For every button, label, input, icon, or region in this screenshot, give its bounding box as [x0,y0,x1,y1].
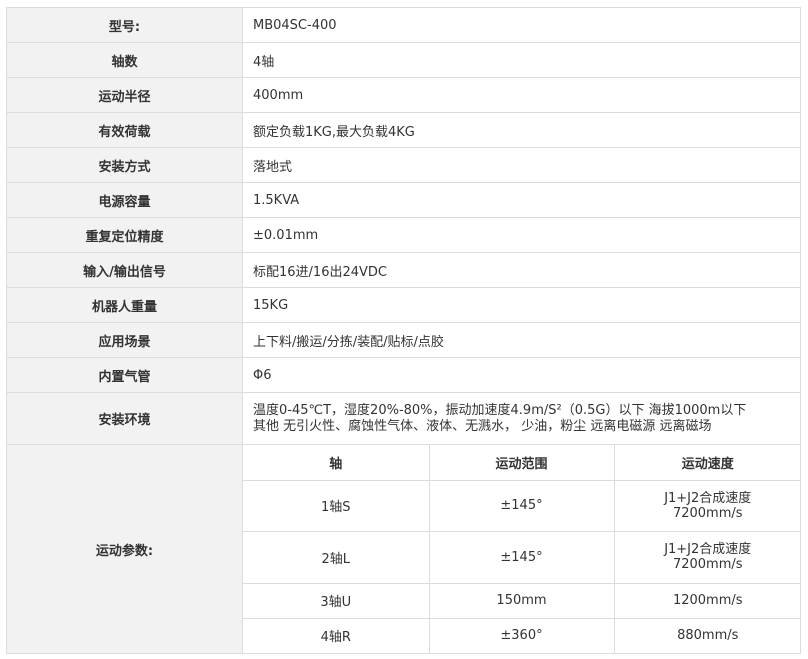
table-row-payload: 有效荷载 额定负载1KG,最大负载4KG [6,112,801,148]
label-io: 输入/输出信号 [6,252,243,288]
value-power: 1.5KVA [242,182,801,218]
value-application: 上下料/搬运/分拣/装配/贴标/点胶 [242,322,801,358]
axis-speed-line-2: 7200mm/s [672,505,743,521]
axis-name: 1轴S [243,479,429,531]
value-io: 标配16进/16出24VDC [242,252,801,288]
label-radius: 运动半径 [6,77,243,113]
table-row-application: 应用场景 上下料/搬运/分拣/装配/贴标/点胶 [6,322,801,358]
axis-speed: 880mm/s [613,617,801,653]
label-repeatability: 重复定位精度 [6,217,243,253]
axis-name: 4轴R [243,617,429,653]
motion-params-table: 轴 运动范围 运动速度 1轴S ±145° J1+J2合成速度 7200mm/s [243,445,801,653]
params-row-axis-2: 2轴L ±145° J1+J2合成速度 7200mm/s [243,530,801,583]
table-row-power: 电源容量 1.5KVA [6,182,801,218]
params-header-row: 轴 运动范围 运动速度 [243,445,801,480]
axis-speed-line-2: 7200mm/s [672,557,743,572]
label-air-tube: 内置气管 [6,357,243,393]
environment-line-2: 其他 无引火性、腐蚀性气体、液体、无溅水， 少油，粉尘 远离电磁源 远离磁场 [253,419,712,434]
params-row-axis-3: 3轴U 150mm 1200mm/s [243,582,801,618]
table-row-air-tube: 内置气管 Φ6 [6,357,801,393]
table-row-weight: 机器人重量 15KG [6,287,801,323]
table-row-environment: 安装环境 温度0-45℃T，湿度20%-80%，振动加速度4.9m/S²（0.5… [6,392,801,445]
axis-speed-line-1: J1+J2合成速度 [664,490,752,506]
axis-range: 150mm [428,582,614,618]
label-power: 电源容量 [6,182,243,218]
environment-line-1: 温度0-45℃T，湿度20%-80%，振动加速度4.9m/S²（0.5G）以下 … [253,403,747,418]
axis-speed: 1200mm/s [613,582,801,618]
params-row-axis-4: 4轴R ±360° 880mm/s [243,617,801,653]
header-speed: 运动速度 [613,445,801,480]
axis-speed-line-1: J1+J2合成速度 [664,542,752,557]
value-repeatability: ±0.01mm [242,217,801,253]
table-row-radius: 运动半径 400mm [6,77,801,113]
motion-params-cell: 轴 运动范围 运动速度 1轴S ±145° J1+J2合成速度 7200mm/s [242,444,801,654]
value-air-tube: Φ6 [242,357,801,393]
label-environment: 安装环境 [6,392,243,445]
axis-range: ±145° [428,479,614,531]
table-row-repeatability: 重复定位精度 ±0.01mm [6,217,801,253]
label-payload: 有效荷载 [6,112,243,148]
label-weight: 机器人重量 [6,287,243,323]
value-mounting: 落地式 [242,147,801,183]
axis-speed: J1+J2合成速度 7200mm/s [613,530,801,583]
table-row-motion: 运动参数: 轴 运动范围 运动速度 1轴S ±145° J1+J2合成速度 72… [6,444,801,654]
label-application: 应用场景 [6,322,243,358]
spec-table: 型号: MB04SC-400 轴数 4轴 运动半径 400mm 有效荷载 额定负… [6,7,801,654]
table-row-io: 输入/输出信号 标配16进/16出24VDC [6,252,801,288]
header-range: 运动范围 [428,445,614,480]
header-axis: 轴 [329,456,343,472]
value-payload: 额定负载1KG,最大负载4KG [242,112,801,148]
label-model: 型号: [6,7,243,43]
value-radius: 400mm [242,77,801,113]
axis-speed: J1+J2合成速度 7200mm/s [613,479,801,531]
value-weight: 15KG [242,287,801,323]
table-row-axes: 轴数 4轴 [6,42,801,78]
value-model: MB04SC-400 [242,7,801,43]
axis-range: ±145° [428,530,614,583]
axis-name: 3轴U [243,582,429,618]
table-row-mounting: 安装方式 落地式 [6,147,801,183]
axis-range: ±360° [428,617,614,653]
label-axes: 轴数 [6,42,243,78]
axis-name: 2轴L [243,530,429,583]
value-axes: 4轴 [242,42,801,78]
params-row-axis-1: 1轴S ±145° J1+J2合成速度 7200mm/s [243,479,801,531]
label-mounting: 安装方式 [6,147,243,183]
label-motion: 运动参数: [6,444,243,654]
value-environment: 温度0-45℃T，湿度20%-80%，振动加速度4.9m/S²（0.5G）以下 … [242,392,801,445]
table-row-model: 型号: MB04SC-400 [6,7,801,43]
